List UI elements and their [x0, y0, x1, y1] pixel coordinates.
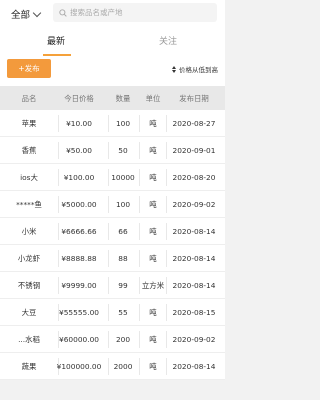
cell-date: 2020-09-02	[172, 199, 216, 209]
search-box[interactable]	[53, 3, 217, 22]
search-input[interactable]	[70, 8, 210, 17]
action-bar: +发布 价格从低到高	[0, 56, 225, 86]
table-row[interactable]: ios大 ¥100.00 10000 吨 2020-08-20	[0, 164, 225, 191]
column-header-quantity: 数量	[115, 93, 131, 103]
cell-quantity: 66	[118, 226, 128, 236]
cell-unit: 吨	[149, 172, 157, 182]
cell-unit: 立方米	[141, 280, 165, 290]
cell-date: 2020-08-14	[172, 253, 216, 263]
cell-date: 2020-08-27	[172, 118, 216, 128]
table-row[interactable]: 香蕉 ¥50.00 50 吨 2020-09-01	[0, 137, 225, 164]
column-header-unit: 单位	[145, 93, 161, 103]
tab-following[interactable]: 关注	[159, 34, 177, 47]
sort-icon	[172, 65, 176, 73]
sort-toggle[interactable]: 价格从低到高	[172, 64, 218, 74]
cell-date: 2020-08-14	[172, 280, 216, 290]
cell-quantity: 100	[115, 199, 131, 209]
region-selector[interactable]: 全部	[11, 7, 42, 21]
cell-unit: 吨	[149, 199, 157, 209]
publish-button[interactable]: +发布	[7, 59, 51, 78]
cell-quantity: 50	[118, 145, 128, 155]
cell-quantity: 200	[115, 334, 131, 344]
cell-quantity: 99	[118, 280, 128, 290]
table-row[interactable]: 苹果 ¥10.00 100 吨 2020-08-27	[0, 110, 225, 137]
cell-price: ¥100.00	[63, 172, 95, 182]
table-row[interactable]: ...水稻 ¥60000.00 200 吨 2020-09-02	[0, 326, 225, 353]
table-row[interactable]: *****鱼 ¥5000.00 100 吨 2020-09-02	[0, 191, 225, 218]
cell-unit: 吨	[149, 118, 157, 128]
cell-unit: 吨	[149, 226, 157, 236]
search-icon	[59, 8, 67, 17]
cell-price: ¥8888.88	[61, 253, 97, 263]
table-row[interactable]: 小龙虾 ¥8888.88 88 吨 2020-08-14	[0, 245, 225, 272]
tab-latest[interactable]: 最新	[47, 34, 65, 47]
cell-unit: 吨	[149, 361, 157, 371]
cell-price: ¥60000.00	[59, 334, 99, 344]
price-table: 品名 今日价格 数量 单位 发布日期 苹果 ¥10.00 100 吨 2020-08-2…	[0, 86, 225, 380]
cell-quantity: 10000	[111, 172, 135, 182]
table-row[interactable]: 蔬果 ¥100000.00 2000 吨 2020-08-14	[0, 353, 225, 380]
table-row[interactable]: 大豆 ¥55555.00 55 吨 2020-08-15	[0, 299, 225, 326]
cell-date: 2020-08-20	[172, 172, 216, 182]
region-label: 全部	[11, 10, 31, 21]
cell-price: ¥100000.00	[56, 361, 102, 371]
cell-date: 2020-09-01	[172, 145, 216, 155]
tab-bar: 最新 关注	[0, 28, 225, 56]
top-bar: 全部	[0, 0, 225, 28]
cell-quantity: 100	[115, 118, 131, 128]
table-row[interactable]: 不锈钢 ¥9999.00 99 立方米 2020-08-14	[0, 272, 225, 299]
cell-price: ¥50.00	[66, 145, 92, 155]
table-header: 品名 今日价格 数量 单位 发布日期	[0, 86, 225, 110]
cell-price: ¥10.00	[66, 118, 92, 128]
column-header-date: 发布日期	[179, 93, 209, 103]
table-row[interactable]: 小米 ¥6666.66 66 吨 2020-08-14	[0, 218, 225, 245]
cell-quantity: 55	[118, 307, 128, 317]
cell-price: ¥9999.00	[61, 280, 97, 290]
cell-quantity: 88	[118, 253, 128, 263]
cell-unit: 吨	[149, 145, 157, 155]
cell-unit: 吨	[149, 307, 157, 317]
cell-date: 2020-08-14	[172, 361, 216, 371]
cell-unit: 吨	[149, 334, 157, 344]
cell-price: ¥6666.66	[61, 226, 97, 236]
cell-date: 2020-08-15	[172, 307, 216, 317]
cell-unit: 吨	[149, 253, 157, 263]
cell-date: 2020-08-14	[172, 226, 216, 236]
cell-price: ¥5000.00	[61, 199, 97, 209]
cell-date: 2020-09-02	[172, 334, 216, 344]
chevron-down-icon	[32, 8, 42, 17]
sort-label: 价格从低到高	[179, 66, 218, 74]
cell-quantity: 2000	[113, 361, 133, 371]
column-header-price: 今日价格	[64, 93, 94, 103]
cell-price: ¥55555.00	[59, 307, 99, 317]
